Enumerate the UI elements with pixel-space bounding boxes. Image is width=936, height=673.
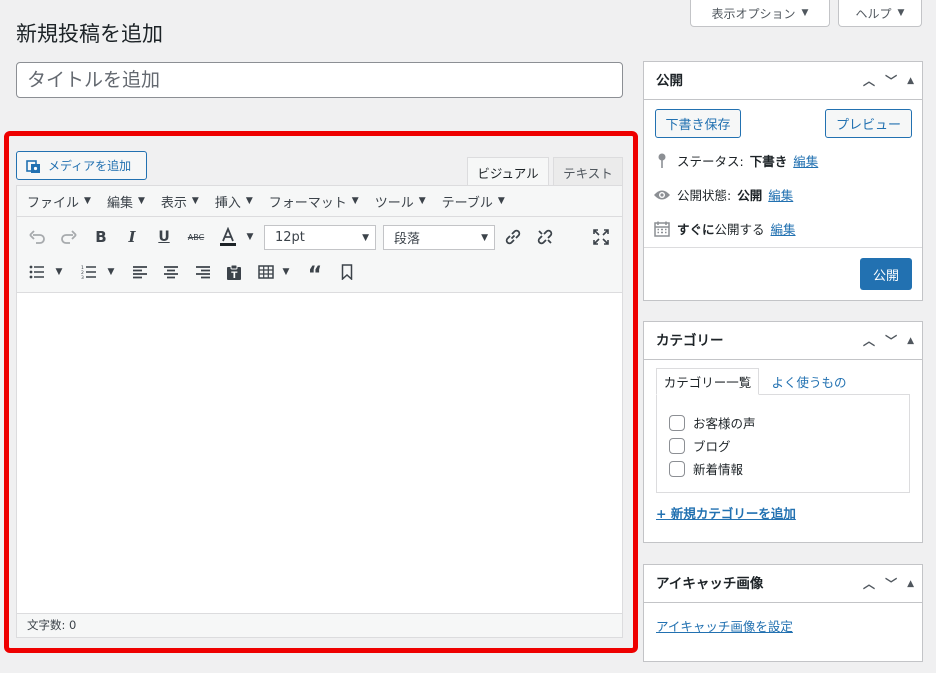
list-item[interactable]: ブログ [669,436,731,455]
schedule-bold: すぐに [677,222,715,237]
screen-options-label: 表示オプション [711,6,796,21]
tab-popular-categories-label: よく使うもの [771,375,847,390]
featured-image-box-title: アイキャッチ画像 [656,576,764,592]
publish-box-header: 公開 ︿ ﹀ ▲ [644,62,922,100]
status-edit-link[interactable]: 編集 [793,151,818,170]
visibility-edit-link[interactable]: 編集 [768,185,793,204]
title-placeholder: タイトルを追加 [27,69,161,91]
set-featured-image-link[interactable]: アイキャッチ画像を設定 [656,616,793,635]
save-draft-label: 下書き保存 [665,118,731,133]
eye-icon [653,189,671,201]
category-box-header: カテゴリー ︿ ﹀ ▲ [644,322,922,360]
status-value: 下書き [749,154,788,169]
caret-down-icon: ▼ [897,8,905,18]
checkbox[interactable] [669,460,685,477]
tab-popular-categories[interactable]: よく使うもの [763,368,855,395]
publish-button[interactable]: 公開 [860,258,912,290]
move-up-icon[interactable]: ︿ [863,322,875,360]
visibility-value: 公開 [737,188,763,203]
visibility-label: 公開状態: [677,188,732,203]
move-up-icon[interactable]: ︿ [863,565,875,603]
toggle-panel-icon[interactable]: ▲ [907,565,914,603]
move-down-icon[interactable]: ﹀ [885,322,897,360]
publish-box-title: 公開 [656,73,683,89]
toggle-panel-icon[interactable]: ▲ [907,62,914,100]
toggle-panel-icon[interactable]: ▲ [907,322,914,360]
category-box-title: カテゴリー [656,333,724,349]
publish-label: 公開 [872,268,899,284]
caret-down-icon: ▼ [801,8,809,18]
category-label: ブログ [693,439,731,454]
tab-all-categories-label: カテゴリー一覧 [663,375,752,390]
move-up-icon[interactable]: ︿ [863,62,875,100]
category-label: 新着情報 [693,462,744,477]
calendar-icon [653,221,671,237]
visibility-row: 公開状態: 公開 編集 [653,185,793,204]
list-item[interactable]: 新着情報 [669,459,743,478]
add-category-link[interactable]: + 新規カテゴリーを追加 [656,503,796,522]
featured-image-box-header: アイキャッチ画像 ︿ ﹀ ▲ [644,565,922,603]
help-label: ヘルプ [855,6,892,21]
checkbox[interactable] [669,437,685,454]
preview-label: プレビュー [835,118,901,133]
highlight-box [4,131,638,653]
schedule-edit-link[interactable]: 編集 [771,219,796,238]
preview-button[interactable]: プレビュー [825,109,912,138]
status-row: ステータス: 下書き 編集 [653,151,818,170]
pin-icon [653,153,671,169]
page-title: 新規投稿を追加 [16,22,163,46]
category-list: お客様の声 ブログ 新着情報 [656,394,910,493]
move-down-icon[interactable]: ﹀ [885,565,897,603]
checkbox[interactable] [669,414,685,431]
save-draft-button[interactable]: 下書き保存 [655,109,741,138]
help-button[interactable]: ヘルプ ▼ [838,0,922,27]
category-label: お客様の声 [693,416,756,431]
schedule-row: すぐに公開する 編集 [653,219,796,238]
list-item[interactable]: お客様の声 [669,413,756,432]
status-label: ステータス: [677,154,744,169]
featured-image-box: アイキャッチ画像 ︿ ﹀ ▲ [643,564,923,662]
move-down-icon[interactable]: ﹀ [885,62,897,100]
tab-all-categories[interactable]: カテゴリー一覧 [656,368,759,395]
screen-options-button[interactable]: 表示オプション ▼ [690,0,830,27]
title-input[interactable]: タイトルを追加 [16,62,623,98]
divider [644,247,922,248]
schedule-rest: 公開する [714,222,765,237]
